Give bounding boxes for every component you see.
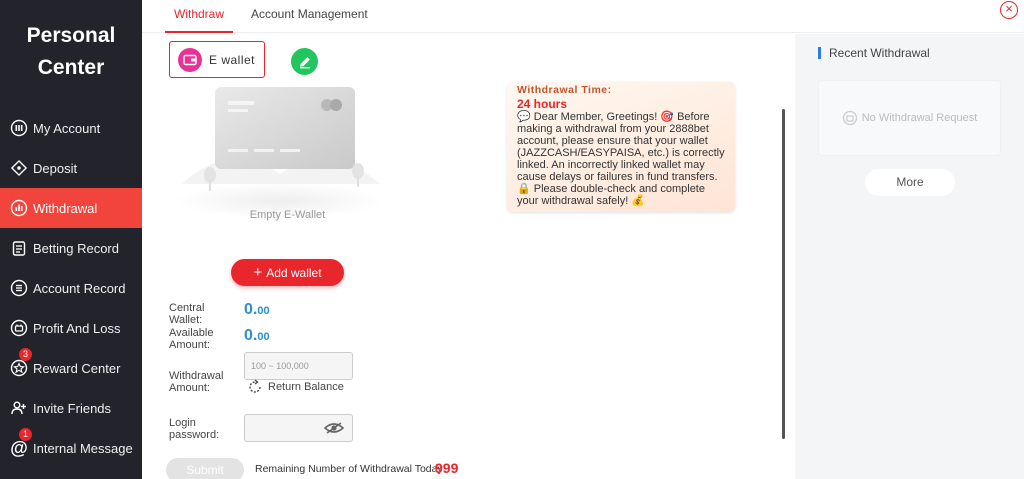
remaining-withdrawals-count: 999 (435, 460, 459, 476)
withdrawal-icon (10, 199, 28, 217)
chat-icon: 💬 (517, 111, 531, 123)
close-button[interactable]: × (1000, 1, 1018, 19)
withdrawal-amount-label-line-1: Withdrawal (169, 370, 224, 382)
notice-greeting: Dear Member, Greetings! (533, 111, 658, 123)
central-wallet-int: 0. (244, 301, 258, 318)
sidebar-item-label: Invite Friends (33, 400, 112, 416)
login-password-label-line-2: password: (169, 429, 220, 441)
account-icon (10, 119, 28, 137)
withdrawal-amount-label-line-2: Amount: (169, 382, 210, 394)
message-badge: 1 (19, 428, 32, 441)
empty-wallet-label: Empty E-Wallet (249, 209, 326, 221)
invite-icon (10, 399, 28, 417)
target-icon: 🎯 (660, 111, 675, 123)
sidebar-item-internal-message[interactable]: @ 1 Internal Message (0, 428, 142, 468)
empty-box-icon (842, 110, 857, 126)
available-amount-label-line-1: Available (169, 327, 214, 339)
central-wallet-label: Central Wallet: (169, 302, 239, 326)
e-wallet-tab[interactable]: E wallet (169, 41, 265, 78)
pencil-icon (299, 56, 310, 68)
sidebar-item-label: Internal Message (33, 440, 133, 456)
tab-bar: Withdraw Account Management × (142, 0, 1024, 33)
sidebar-item-my-account[interactable]: My Account (0, 108, 142, 148)
submit-button[interactable]: Submit (166, 458, 244, 479)
login-password-label-line-1: Login (169, 417, 196, 429)
sidebar-item-betting-record[interactable]: Betting Record (0, 228, 142, 268)
empty-withdrawal-text: No Withdrawal Request (861, 112, 978, 124)
central-wallet-label-line-2: Wallet: (169, 314, 203, 326)
notice-hours: 24 hours (517, 97, 568, 111)
notice-closing: Please double-check and complete your wi… (517, 183, 705, 207)
empty-wallet-illustration (175, 87, 385, 219)
deposit-icon (10, 159, 28, 177)
login-password-label: Login password: (169, 417, 239, 441)
notice-body: 💬 Dear Member, Greetings! 🎯 Before makin… (517, 111, 725, 207)
recent-withdrawal-panel: Recent Withdrawal No Withdrawal Request … (795, 34, 1024, 479)
edit-wallet-button[interactable] (291, 48, 318, 75)
sidebar-item-label: Profit And Loss (33, 320, 121, 336)
lock-icon: 🔒 (517, 183, 531, 195)
more-button[interactable]: More (865, 169, 955, 196)
sidebar-item-invite-friends[interactable]: Invite Friends (0, 388, 142, 428)
account-record-icon (10, 279, 28, 297)
betting-record-icon (10, 239, 28, 257)
withdraw-panel: E wallet Empty E-Wallet Withdrawal Time:… (142, 34, 795, 479)
available-amount-label: Available Amount: (169, 327, 239, 351)
scrollbar[interactable] (782, 109, 785, 439)
return-balance-label: Return Balance (268, 381, 344, 393)
withdrawal-amount-label: Withdrawal Amount: (169, 370, 239, 394)
sidebar: Personal Center My Account Deposit Withd… (0, 0, 142, 479)
login-password-input[interactable] (244, 414, 353, 442)
sidebar-item-account-record[interactable]: Account Record (0, 268, 142, 308)
wallet-icon (178, 47, 202, 72)
profit-loss-icon (10, 319, 28, 337)
sidebar-item-label: Betting Record (33, 240, 119, 256)
withdrawal-amount-input[interactable]: 100 ~ 100,000 (244, 352, 353, 380)
return-balance-button[interactable]: Return Balance (247, 379, 344, 395)
available-amount-int: 0. (244, 327, 258, 344)
sidebar-item-withdrawal[interactable]: Withdrawal (0, 188, 142, 228)
brand-line-1: Personal (26, 24, 116, 47)
remaining-withdrawals-label: Remaining Number of Withdrawal Today: (255, 463, 446, 475)
sidebar-item-deposit[interactable]: Deposit (0, 148, 142, 188)
message-icon: @ (10, 437, 28, 458)
withdrawal-notice: Withdrawal Time: 24 hours 💬 Dear Member,… (507, 82, 735, 212)
sidebar-nav: My Account Deposit Withdrawal Betting Re… (0, 108, 142, 468)
sidebar-item-label: My Account (33, 120, 101, 136)
eye-hidden-icon[interactable] (324, 421, 344, 435)
reward-icon (10, 359, 28, 377)
tab-account-management[interactable]: Account Management (251, 0, 368, 33)
money-bag-icon: 💰 (631, 195, 646, 207)
available-amount-dec: 00 (257, 331, 270, 343)
central-wallet-value: 0.00 (244, 301, 270, 319)
central-wallet-label-line-1: Central (169, 302, 205, 314)
sidebar-item-label: Reward Center (33, 360, 121, 376)
sidebar-brand: Personal Center (0, 20, 142, 84)
available-amount-label-line-2: Amount: (169, 339, 210, 351)
brand-line-2: Center (37, 56, 105, 79)
sidebar-item-label: Withdrawal (33, 200, 98, 216)
tab-withdraw[interactable]: Withdraw (165, 0, 234, 33)
add-wallet-label: Add wallet (266, 265, 322, 280)
recent-withdrawal-title: Recent Withdrawal (818, 47, 930, 59)
plus-icon: + (253, 263, 263, 281)
reward-badge: 3 (19, 348, 32, 361)
sidebar-item-reward-center[interactable]: 3 Reward Center (0, 348, 142, 388)
e-wallet-label: E wallet (209, 52, 256, 67)
refresh-icon (249, 379, 261, 393)
sidebar-item-label: Account Record (33, 280, 126, 296)
empty-withdrawal-state: No Withdrawal Request (818, 80, 1001, 156)
sidebar-item-label: Deposit (33, 160, 78, 176)
available-amount-value: 0.00 (244, 327, 270, 345)
close-icon: × (1005, 1, 1013, 16)
notice-title: Withdrawal Time: (517, 84, 612, 96)
sidebar-item-profit-and-loss[interactable]: Profit And Loss (0, 308, 142, 348)
add-wallet-button[interactable]: + Add wallet (231, 259, 344, 286)
central-wallet-dec: 00 (257, 305, 270, 317)
